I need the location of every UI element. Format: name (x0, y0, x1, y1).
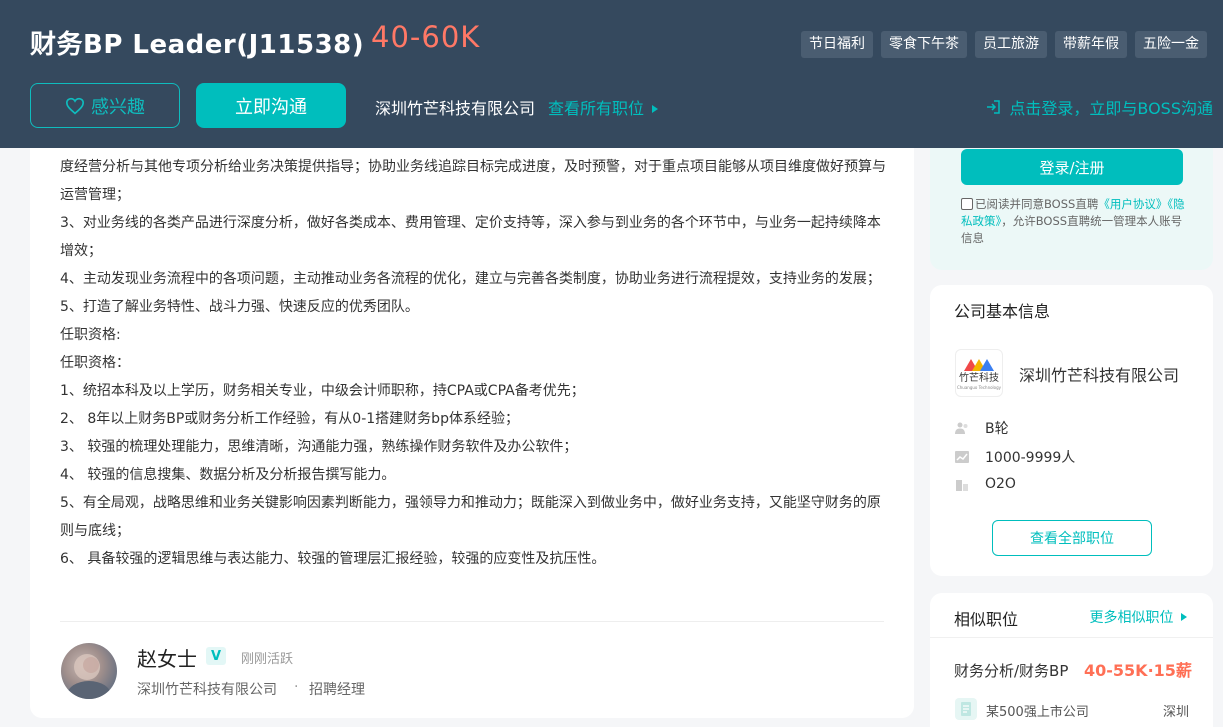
section-divider (60, 621, 884, 622)
job-header: 财务BP Leader(J11538) 40-60K 节日福利 零食下午茶 员工… (0, 0, 1223, 148)
description-line: 1、统招本科及以上学历，财务相关专业，中级会计师职称，持CPA或CPA备考优先； (60, 383, 585, 399)
description-line: 5、有全局观，战略思维和业务关键影响因素判断能力，强领导力和推动力；既能深入到做… (60, 495, 881, 539)
description-line: 5、打造了解业务特性、战斗力强、快速反应的优秀团队。 (60, 299, 419, 315)
heart-icon (65, 97, 85, 114)
view-all-positions-button[interactable]: 查看全部职位 (992, 520, 1152, 556)
recruiter-company: 深圳竹芒科技有限公司 (137, 682, 277, 698)
similar-jobs-title: 相似职位 (954, 610, 1019, 629)
job-title: 财务BP Leader(J11538) (30, 30, 365, 60)
description-line: 任职资格： (60, 355, 130, 371)
size-row: 1000-9999人 (955, 447, 1075, 467)
verified-badge-icon: V (206, 647, 226, 665)
description-line: 6、 具备较强的逻辑思维与表达能力、较强的管理层汇报经验，较强的应变性及抗压性。 (60, 551, 606, 567)
company-logo[interactable]: 竹芒科技 Chuanguo Technology (955, 349, 1003, 397)
company-info-title: 公司基本信息 (954, 302, 1051, 321)
description-line: 任职资格: (60, 327, 121, 343)
job-description: 度经营分析与其他专项分析给业务决策提供指导；协助业务线追踪目标完成进度，及时预警… (60, 153, 890, 573)
more-similar-jobs-link[interactable]: 更多相似职位 (1090, 607, 1187, 627)
similar-company-logo (955, 698, 977, 720)
funding-row: B轮 (955, 418, 1009, 438)
description-line: 4、主动发现业务流程中的各项问题，主动推动业务各流程的优化，建立与完善各类制度，… (60, 271, 881, 287)
caret-right-icon (652, 105, 659, 113)
company-name[interactable]: 深圳竹芒科技有限公司 (1019, 362, 1179, 386)
people-icon (955, 422, 968, 434)
benefit-tag: 五险一金 (1135, 31, 1207, 58)
recruiter-avatar[interactable] (61, 643, 117, 699)
company-logo-text: 竹芒科技 (959, 372, 999, 384)
user-agreement-link[interactable]: 《用户协议》 (1098, 197, 1167, 211)
job-detail-card: 度经营分析与其他专项分析给业务决策提供指导；协助业务线追踪目标完成进度，及时预警… (30, 110, 914, 718)
similar-jobs-card: 相似职位 更多相似职位 财务分析/财务BP 40-55K·15薪 某500强上市… (930, 593, 1213, 727)
benefit-tag: 零食下午茶 (881, 31, 967, 58)
benefit-tag: 带薪年假 (1055, 31, 1127, 58)
job-salary: 40-60K (371, 20, 481, 54)
login-icon (987, 100, 1001, 114)
company-size: 1000-9999人 (985, 450, 1076, 466)
interest-button[interactable]: 感兴趣 (30, 83, 180, 128)
description-line: 3、 较强的梳理处理能力，思维清晰，沟通能力强，熟练操作财务软件及办公软件； (60, 439, 578, 455)
description-line: 4、 较强的信息搜集、数据分析及分析报告撰写能力。 (60, 467, 396, 483)
similar-job-salary[interactable]: 40-55K·15薪 (1084, 657, 1192, 681)
company-name-link[interactable]: 深圳竹芒科技有限公司 (375, 95, 535, 119)
avatar-image (67, 654, 111, 699)
recruiter-role: 招聘经理 (309, 682, 365, 698)
similar-company-name: 某500强上市公司 (986, 705, 1089, 720)
company-info-card: 公司基本信息 竹芒科技 Chuanguo Technology 深圳竹芒科技有限… (930, 285, 1213, 576)
benefit-tag: 员工旅游 (975, 31, 1047, 58)
benefit-tags: 节日福利 零食下午茶 员工旅游 带薪年假 五险一金 (801, 31, 1207, 58)
agreement-prefix: 已阅读并同意BOSS直聘 (975, 197, 1099, 211)
recruiter-separator: · (294, 679, 299, 695)
more-similar-label: 更多相似职位 (1089, 610, 1174, 626)
agreement-checkbox[interactable] (961, 198, 973, 210)
description-line: 2、 8年以上财务BP或财务分析工作经验，有从0-1搭建财务bp体系经验； (60, 411, 519, 427)
company-logo-mark (964, 358, 994, 371)
caret-right-icon (1181, 613, 1187, 621)
login-register-button[interactable]: 登录/注册 (961, 149, 1183, 185)
agreement-text: 已阅读并同意BOSS直聘《用户协议》《隐私政策》，允许BOSS直聘统一管理本人账… (961, 196, 1191, 247)
document-icon (961, 702, 971, 716)
chat-now-button[interactable]: 立即沟通 (196, 83, 346, 128)
similar-job-city: 深圳 (1162, 705, 1189, 720)
view-all-jobs-link[interactable]: 查看所有职位 (548, 95, 659, 119)
description-line: 3、对业务线的各类产品进行深度分析，做好各类成本、费用管理、定价支持等，深入参与… (60, 215, 881, 259)
recruiter-active-status: 刚刚活跃 (241, 652, 294, 667)
interest-label: 感兴趣 (91, 96, 145, 118)
industry-row: O2O (955, 476, 1016, 492)
benefit-tag: 节日福利 (801, 31, 873, 58)
building-icon (956, 480, 968, 491)
company-industry: O2O (985, 476, 1016, 492)
login-prompt-link[interactable]: 点击登录，立即与BOSS沟通 (985, 95, 1213, 119)
recruiter-name: 赵女士 (137, 647, 197, 671)
funding-stage: B轮 (985, 421, 1009, 437)
similar-job-title[interactable]: 财务分析/财务BP (954, 660, 1078, 681)
view-all-jobs-label: 查看所有职位 (548, 99, 645, 118)
login-prompt-label: 点击登录，立即与BOSS沟通 (1009, 99, 1213, 118)
chart-trend-icon (955, 451, 969, 463)
company-logo-subtext: Chuanguo Technology (956, 384, 1002, 390)
description-line: 度经营分析与其他专项分析给业务决策提供指导；协助业务线追踪目标完成进度，及时预警… (60, 159, 886, 203)
